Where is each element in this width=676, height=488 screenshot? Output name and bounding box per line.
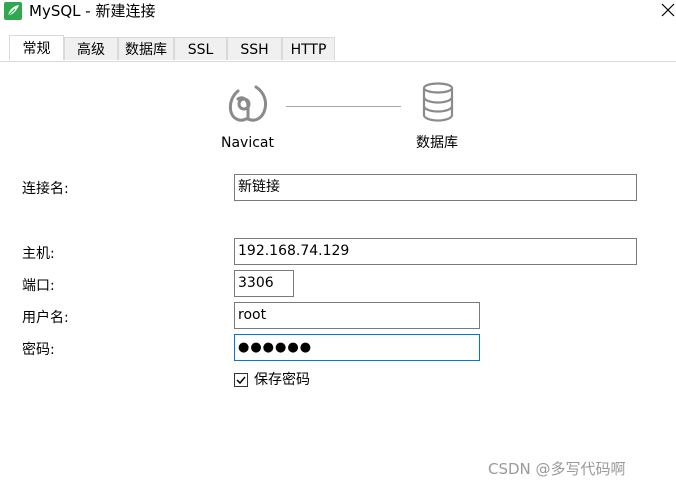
- port-field[interactable]: 3306: [234, 270, 294, 297]
- password-field[interactable]: ●●●●●●: [234, 334, 480, 361]
- username-field[interactable]: root: [234, 302, 480, 329]
- tab-http[interactable]: HTTP: [282, 37, 335, 60]
- save-password-checkbox[interactable]: [234, 373, 248, 387]
- host-label: 主机:: [22, 246, 55, 262]
- save-password-label[interactable]: 保存密码: [254, 371, 310, 389]
- tab-advanced[interactable]: 高级: [64, 37, 118, 60]
- tab-divider: [0, 61, 676, 62]
- username-label: 用户名:: [22, 310, 69, 326]
- checkmark-icon: [236, 376, 246, 385]
- navicat-logo-icon: [226, 82, 270, 126]
- connection-name-label: 连接名:: [22, 181, 69, 197]
- mysql-leaf-icon: [4, 2, 22, 20]
- close-icon[interactable]: [660, 2, 676, 18]
- connection-line: [286, 106, 401, 107]
- watermark-text: CSDN @多写代码啊: [488, 460, 626, 478]
- connection-dialog: MySQL - 新建连接 常规 高级 数据库 SSL SSH HTTP Navi…: [0, 0, 676, 488]
- connection-name-field[interactable]: 新链接: [234, 174, 637, 201]
- tab-general[interactable]: 常规: [9, 35, 64, 60]
- tab-databases[interactable]: 数据库: [118, 37, 174, 60]
- title-bar: MySQL - 新建连接: [0, 0, 676, 24]
- database-icon: [421, 82, 455, 122]
- tab-ssl[interactable]: SSL: [174, 37, 227, 60]
- host-field[interactable]: 192.168.74.129: [234, 238, 637, 265]
- password-label: 密码:: [22, 342, 55, 358]
- tab-bar: 常规 高级 数据库 SSL SSH HTTP: [0, 35, 676, 61]
- navicat-caption: Navicat: [221, 135, 274, 151]
- database-caption: 数据库: [416, 135, 458, 151]
- tab-ssh[interactable]: SSH: [227, 37, 282, 60]
- window-title: MySQL - 新建连接: [29, 2, 156, 20]
- port-label: 端口:: [22, 278, 55, 294]
